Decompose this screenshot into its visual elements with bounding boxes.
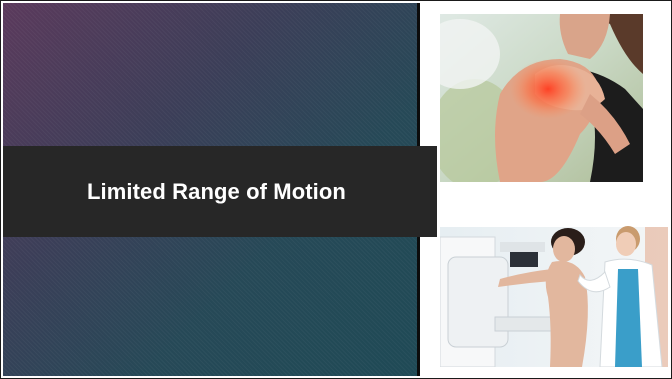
slide: Limited Range of Motion: [0, 0, 672, 379]
shoulder-pain-photo: [440, 14, 643, 182]
mammography-photo: [440, 217, 668, 367]
slide-title: Limited Range of Motion: [87, 179, 346, 204]
